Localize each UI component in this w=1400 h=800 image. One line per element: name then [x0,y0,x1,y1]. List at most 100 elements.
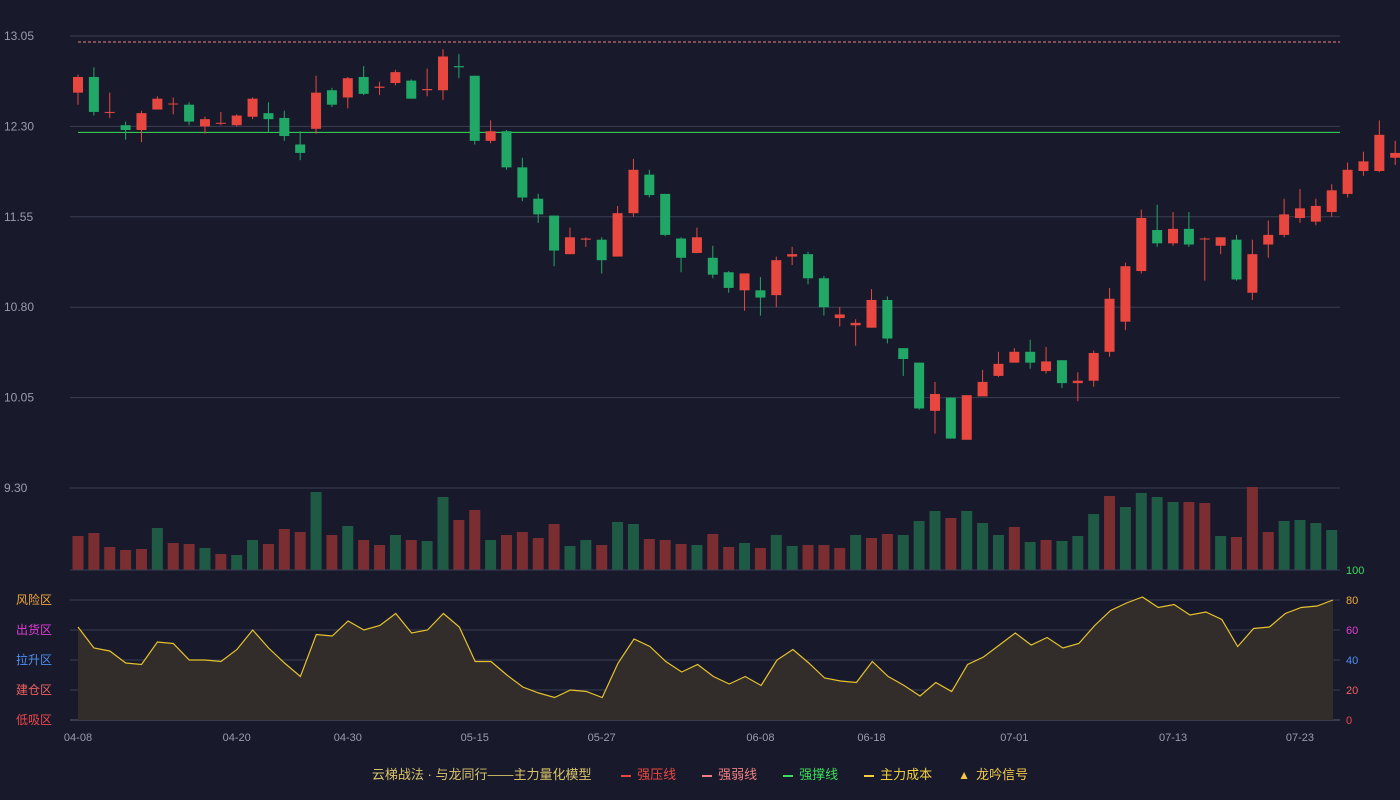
volume-bar [310,492,322,570]
candle-body [771,260,782,296]
volume-bar [977,523,989,570]
candle-body [263,113,274,120]
price-y-tick-label: 9.30 [4,481,28,495]
candle-body [422,89,433,91]
legend-item: 强弱线 [702,764,757,783]
candle [390,69,401,86]
volume-bar [342,526,354,570]
oscillator-y-tick-label: 60 [1346,625,1358,637]
candle [1390,140,1400,165]
candle-body [469,75,480,141]
candle-body [1279,214,1290,235]
candle [1247,239,1258,300]
legend-marker [864,774,875,777]
candle-body [517,167,528,198]
volume-bar [1199,503,1211,570]
legend-marker: ▲ [958,768,971,782]
candle-body [311,92,322,129]
candle-body [612,213,623,257]
volume-bar [326,535,338,570]
volume-bars [70,487,1340,571]
candle [1294,189,1305,223]
price-y-axis-ticks: 9.30 10.05 10.80 11.55 12.30 13.05 [4,29,34,495]
candle [1358,151,1369,176]
volume-bar [1119,507,1131,570]
volume-bar [151,528,163,570]
candle [422,68,433,97]
volume-bar [707,534,719,570]
volume-bar [1231,537,1243,570]
candle-body [390,72,401,84]
volume-bar [1246,487,1258,570]
candle [707,245,718,279]
candle-body [1183,228,1194,245]
volume-bar [262,544,274,570]
candle [215,111,226,126]
candle-body [676,238,687,258]
candle [73,74,83,105]
candle [406,79,417,99]
candle [199,116,210,134]
candle [326,87,337,108]
zone-label: 拉升区 [16,652,52,667]
candle [691,227,702,253]
volume-bar [358,540,370,570]
candle-body [1120,266,1131,322]
candle-body [961,395,972,440]
volume-bar [739,543,751,570]
volume-bar [437,497,449,570]
candle [104,92,115,118]
candle [1104,287,1115,357]
candle-body [1231,239,1242,280]
x-tick-label: 07-23 [1286,732,1314,744]
candle [739,273,750,311]
x-tick-label: 06-18 [857,732,885,744]
x-axis-ticks: 04-08 04-20 04-30 05-15 05-27 06-08 06-18 07-01… [64,732,1314,744]
candle [771,256,782,308]
oscillator-y-axis-ticks: 0 20 40 60 80 100 [1346,565,1364,727]
legend-item: 强压线 [621,764,676,783]
legend-label: 龙吟信号 [976,767,1029,782]
volume-bar [659,540,671,570]
x-tick-label: 05-15 [461,732,489,744]
price-y-tick-label: 12.30 [4,119,34,133]
volume-bar [929,511,941,570]
volume-bar [294,532,306,570]
candle-body [374,86,385,88]
volume-bar [1104,496,1116,570]
x-tick-label: 05-27 [588,732,616,744]
volume-bar [516,532,528,570]
oscillator-y-tick-label: 0 [1346,715,1352,727]
candle [580,237,591,247]
volume-bar [913,521,925,570]
candle-body [898,348,909,360]
volume-bar [104,547,116,570]
candle-body [1358,161,1369,171]
volume-bar [215,554,227,570]
candle [1342,162,1353,198]
candle [342,76,353,109]
volume-bar [548,524,560,570]
candle-body [1072,380,1083,384]
volume-bar [1167,502,1179,570]
volume-bar [627,524,639,570]
legend-marker [702,774,713,777]
volume-bar [612,522,624,570]
candle-body [755,290,766,298]
volume-bar [421,541,433,570]
candle-body [549,215,560,251]
candle [929,381,940,434]
candle [644,169,655,198]
oscillator-y-tick-label: 100 [1346,565,1364,577]
price-y-tick-label: 10.80 [4,300,34,314]
zone-label: 风险区 [16,592,52,607]
candle [612,205,623,257]
candle [358,66,369,96]
legend-item: 主力成本 [864,764,932,783]
volume-bar [1326,530,1338,570]
candle [1231,234,1242,281]
candle-body [438,56,449,91]
candle [1152,204,1163,247]
candlestick-series [73,49,1400,440]
candle-body [342,78,353,98]
